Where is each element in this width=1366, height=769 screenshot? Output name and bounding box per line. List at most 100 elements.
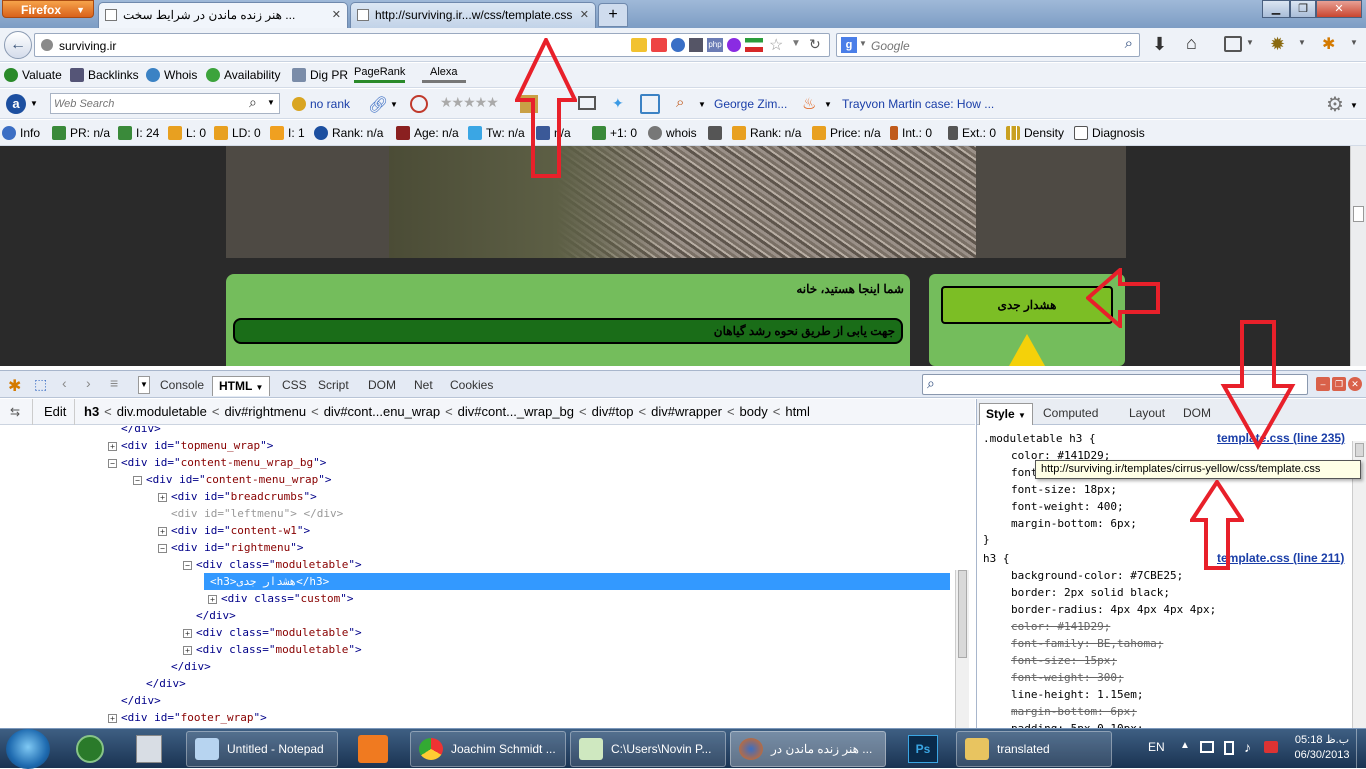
tree-node[interactable]: − <div id="content-menu_wrap_bg">	[108, 454, 326, 471]
css-property[interactable]: border-radius: 4px 4px 4px 4px;	[1011, 601, 1216, 618]
feather-icon[interactable]	[727, 38, 741, 52]
tree-node[interactable]: + <div id="topmenu_wrap">	[108, 437, 273, 454]
tab-console[interactable]: Console	[154, 376, 210, 396]
task-explorer[interactable]: translated	[956, 731, 1112, 767]
internal-links-indicator[interactable]: Int.: 0	[890, 125, 932, 141]
price-indicator[interactable]: Price: n/a	[812, 125, 881, 141]
css-property[interactable]: background-color: #7CBE25;	[1011, 567, 1183, 584]
search-bar[interactable]: g ▼ ⌕	[836, 33, 1140, 57]
web-search-box[interactable]: ⌕ ▼	[50, 93, 280, 114]
pagerank-meter[interactable]: PageRank	[354, 64, 406, 83]
index-indicator[interactable]: I: 24	[118, 125, 159, 141]
chevron-down-icon[interactable]: ▼	[30, 99, 38, 108]
chevron-down-icon[interactable]: ▼	[698, 100, 706, 109]
detach-panel-icon[interactable]: ❐	[1332, 377, 1346, 391]
search-icon[interactable]: ⌕	[1125, 35, 1133, 52]
inspect-icon[interactable]: ⬚	[34, 376, 47, 393]
news-link-2[interactable]: Trayvon Martin case: How ...	[842, 96, 994, 112]
collapse-icon[interactable]: −	[133, 476, 142, 485]
tab-style[interactable]: Style ▼	[979, 403, 1033, 425]
tree-node[interactable]: </div>	[108, 426, 161, 437]
show-desktop-button[interactable]	[1356, 729, 1366, 769]
tab-script[interactable]: Script	[312, 376, 355, 396]
css-property-overridden[interactable]: color: #141D29;	[1011, 618, 1110, 635]
link-domains-indicator[interactable]: LD: 0	[214, 125, 261, 141]
copy-icon[interactable]	[640, 94, 660, 114]
pinned-calculator-icon[interactable]	[136, 735, 162, 763]
chevron-down-icon[interactable]: ▼	[824, 100, 832, 109]
bookmarks-icon[interactable]	[1224, 36, 1242, 52]
css-property[interactable]: margin-bottom: 6px;	[1011, 515, 1137, 532]
tab-html[interactable]: HTML ▼	[212, 376, 271, 396]
tab-cookies[interactable]: Cookies	[444, 376, 499, 396]
chevron-down-icon[interactable]: ▼	[1298, 38, 1306, 47]
crumb-item[interactable]: div#cont...enu_wrap	[324, 404, 440, 419]
chevron-down-icon[interactable]: ▼	[390, 100, 398, 109]
tree-node[interactable]: + <div class="moduletable">	[183, 624, 362, 641]
page-scrollbar[interactable]	[1350, 146, 1366, 366]
tree-node[interactable]: − <div class="moduletable">	[183, 556, 362, 573]
clock-date[interactable]: 06/30/2013	[1294, 749, 1350, 761]
minimize-button[interactable]: ▁	[1262, 0, 1290, 18]
rank-indicator[interactable]: no rank	[292, 96, 350, 112]
timer-icon[interactable]	[410, 95, 428, 113]
edit-button[interactable]: Edit	[44, 399, 66, 425]
minimize-panel-icon[interactable]: –	[1316, 377, 1330, 391]
task-notepad[interactable]: Untitled - Notepad	[186, 731, 338, 767]
collapse-icon[interactable]: −	[108, 459, 117, 468]
web-search-input[interactable]	[54, 96, 244, 111]
crumb-item[interactable]: div#wrapper	[651, 404, 722, 419]
collapse-icon[interactable]: −	[158, 544, 167, 553]
links-indicator[interactable]: L: 0	[168, 125, 206, 141]
close-tab-icon[interactable]: ✕	[332, 3, 341, 27]
css-property[interactable]: font-weight: 400;	[1011, 498, 1124, 515]
firebug-icon[interactable]: ✱	[8, 376, 21, 396]
tree-node[interactable]: <div id="leftmenu"> </div>	[158, 505, 343, 522]
dig-pr-button[interactable]: Dig PR	[292, 67, 348, 83]
sparkle-icon[interactable]: ✦	[612, 95, 624, 112]
style-scrollbar[interactable]	[1352, 441, 1366, 728]
tray-expand-icon[interactable]: ▲	[1180, 740, 1190, 751]
expand-icon[interactable]: +	[208, 595, 217, 604]
task-chrome[interactable]: Joachim Schmidt ...	[410, 731, 566, 767]
external-links-indicator[interactable]: Ext.: 0	[948, 125, 996, 141]
crumb-item[interactable]: div#top	[592, 404, 634, 419]
whois-indicator[interactable]: whois	[648, 125, 697, 141]
tree-node[interactable]: </div>	[158, 658, 211, 675]
scrollbar-thumb[interactable]	[1355, 443, 1364, 457]
whois-button[interactable]: Whois	[146, 67, 197, 83]
new-tab-button[interactable]: +	[598, 3, 628, 27]
article-heading[interactable]: جهت یابی از طریق نحوه رشد گیاهان	[233, 318, 903, 344]
chevron-down-icon[interactable]: ▼	[267, 98, 275, 107]
moon-icon[interactable]	[671, 38, 685, 52]
tree-node[interactable]: </div>	[108, 692, 161, 709]
back-icon[interactable]: ‹	[62, 375, 67, 391]
tree-node[interactable]: + <div class="custom">	[208, 590, 354, 607]
expand-icon[interactable]: +	[183, 629, 192, 638]
menu-icon[interactable]: ≡	[110, 375, 118, 391]
tree-node[interactable]: + <div id="content-w1">	[158, 522, 310, 539]
pr-indicator[interactable]: PR: n/a	[52, 125, 110, 141]
news-link-1[interactable]: George Zim...	[714, 96, 787, 112]
expand-icon[interactable]: +	[183, 646, 192, 655]
link-icon[interactable]: 🔗︎	[368, 95, 388, 115]
expand-icon[interactable]: +	[158, 493, 167, 502]
gear-icon[interactable]: ✹	[1270, 34, 1285, 55]
chevron-down-icon[interactable]: ▼	[1350, 101, 1358, 110]
tree-node[interactable]: − <div id="rightmenu">	[158, 539, 303, 556]
scrollbar-thumb[interactable]	[958, 570, 967, 658]
home-icon[interactable]: ⌂	[1186, 33, 1197, 54]
news-search-icon[interactable]: ⌕	[676, 94, 684, 111]
bookmark-star-icon[interactable]: ☆	[769, 35, 783, 55]
pinned-xampp-icon[interactable]	[358, 735, 388, 763]
density-button[interactable]: Density	[1006, 125, 1064, 141]
css-property[interactable]: line-height: 1.15em;	[1011, 686, 1143, 703]
availability-button[interactable]: Availability	[206, 67, 280, 83]
info-button[interactable]: Info	[2, 125, 40, 141]
tab-side-dom[interactable]: DOM	[1177, 403, 1217, 425]
ask-logo-icon[interactable]: a	[6, 94, 26, 114]
tree-node[interactable]: </div>	[133, 675, 186, 692]
close-panel-icon[interactable]: ✕	[1348, 377, 1362, 391]
mail-icon[interactable]	[578, 96, 596, 110]
php-icon[interactable]: php	[707, 38, 723, 52]
